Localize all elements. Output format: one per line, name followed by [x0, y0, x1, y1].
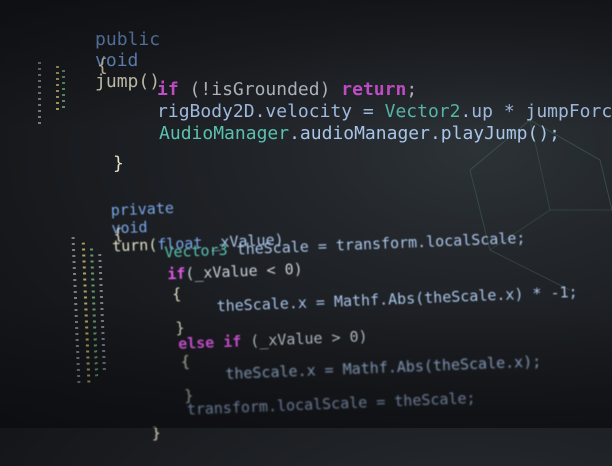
turn-close-brace: } — [151, 423, 162, 443]
code-editor[interactable]: public void jump() { if (!isGrounded) re… — [0, 0, 612, 442]
turn-method-block: private void turn(float _xValue) { Vecto… — [0, 0, 612, 442]
